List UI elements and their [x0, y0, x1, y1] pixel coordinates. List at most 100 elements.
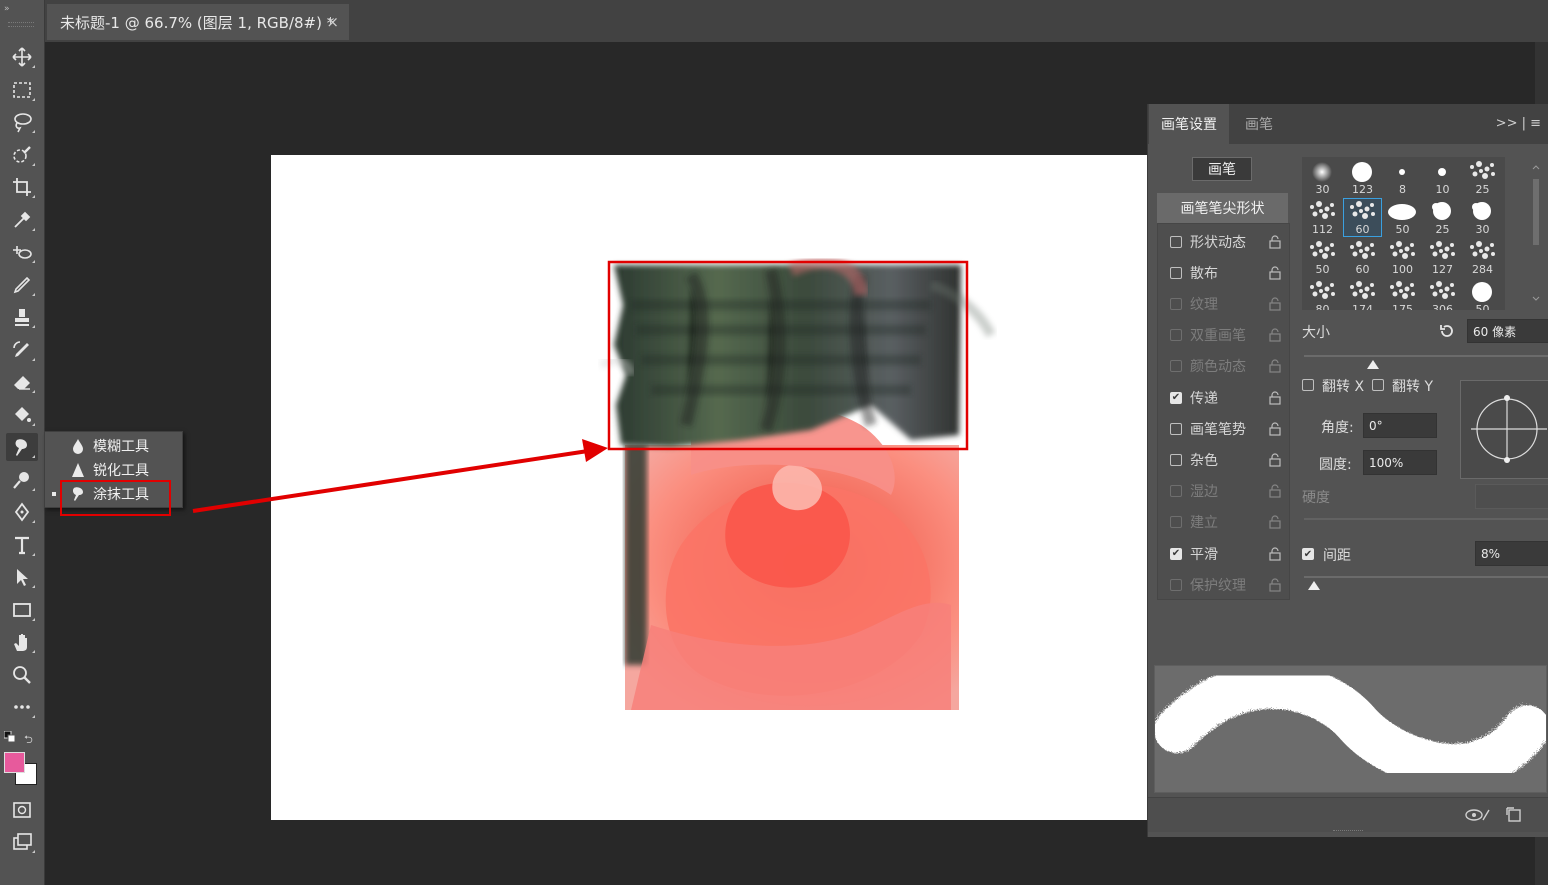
brush-tip-shape-item[interactable]: 画笔笔尖形状: [1157, 193, 1288, 223]
brush-option-checkbox[interactable]: [1170, 235, 1182, 248]
eyedropper-tool[interactable]: [6, 206, 38, 234]
lock-icon[interactable]: [1269, 546, 1281, 561]
brush-preset[interactable]: 284: [1463, 238, 1502, 277]
brush-option-row[interactable]: 形状动态: [1158, 226, 1289, 257]
path-select-tool[interactable]: [6, 563, 38, 591]
lock-icon[interactable]: [1269, 266, 1281, 280]
size-slider[interactable]: [1304, 355, 1548, 357]
foreground-color-swatch[interactable]: [4, 752, 25, 773]
roundness-input[interactable]: 100%: [1363, 450, 1437, 475]
flip-x-checkbox[interactable]: [1302, 379, 1314, 391]
brush-preset[interactable]: 123: [1343, 158, 1382, 197]
panel-resize-grip[interactable]: [1333, 830, 1363, 834]
smudge-tool[interactable]: [6, 433, 38, 461]
document-canvas[interactable]: [271, 155, 1151, 820]
history-brush-tool[interactable]: [6, 336, 38, 364]
brush-preset[interactable]: 174: [1343, 278, 1382, 310]
document-tab[interactable]: 未标题-1 @ 66.7% (图层 1, RGB/8#) * ×: [47, 4, 349, 40]
lock-icon[interactable]: [1269, 453, 1281, 467]
lock-icon[interactable]: [1269, 390, 1281, 405]
brush-preset[interactable]: 50: [1463, 278, 1502, 310]
size-slider-knob[interactable]: [1366, 360, 1379, 369]
brushes-button[interactable]: 画笔: [1192, 157, 1252, 181]
brush-option-row[interactable]: 保护纹理: [1158, 569, 1289, 600]
brush-preset[interactable]: 10: [1423, 158, 1462, 197]
dodge-tool[interactable]: [6, 466, 38, 494]
brush-tool[interactable]: [6, 271, 38, 299]
clone-stamp-tool[interactable]: [6, 303, 38, 331]
rectangle-tool[interactable]: [6, 596, 38, 624]
brush-option-row[interactable]: 湿边: [1158, 476, 1289, 507]
brush-option-checkbox[interactable]: [1170, 578, 1182, 591]
flip-y-checkbox[interactable]: [1372, 379, 1384, 391]
lock-icon[interactable]: [1269, 328, 1281, 342]
lasso-tool[interactable]: [6, 108, 38, 136]
preset-grid-scrollbar[interactable]: [1529, 157, 1543, 310]
screen-mode-button[interactable]: [6, 828, 38, 856]
brush-option-checkbox[interactable]: ✔: [1170, 547, 1182, 560]
toolbar-grip[interactable]: [8, 22, 34, 27]
crop-tool[interactable]: [6, 173, 38, 201]
brush-option-row[interactable]: 散布: [1158, 257, 1289, 288]
eraser-tool[interactable]: [6, 368, 38, 396]
spacing-slider[interactable]: [1304, 576, 1548, 578]
brush-preset[interactable]: 8: [1383, 158, 1422, 197]
hand-tool[interactable]: [6, 628, 38, 656]
quick-select-tool[interactable]: [6, 141, 38, 169]
paint-bucket-tool[interactable]: [6, 401, 38, 429]
default-colors-icon[interactable]: [4, 731, 16, 743]
brush-option-row[interactable]: 建立: [1158, 507, 1289, 538]
brush-option-checkbox[interactable]: [1170, 422, 1182, 435]
brush-preset[interactable]: 50: [1383, 198, 1422, 237]
brush-option-row[interactable]: 颜色动态: [1158, 351, 1289, 382]
spacing-input[interactable]: 8%: [1475, 541, 1548, 566]
brush-option-checkbox[interactable]: [1170, 360, 1182, 373]
brush-preset[interactable]: 112: [1303, 198, 1342, 237]
brush-option-row[interactable]: 杂色: [1158, 444, 1289, 475]
brush-option-checkbox[interactable]: ✔: [1170, 391, 1182, 404]
brush-visibility-icon[interactable]: [1465, 808, 1491, 822]
brush-option-row[interactable]: ✔ 传递: [1158, 382, 1289, 413]
reset-size-icon[interactable]: [1439, 323, 1455, 339]
healing-brush-tool[interactable]: [6, 238, 38, 266]
zoom-tool[interactable]: [6, 661, 38, 689]
brush-option-row[interactable]: 画笔笔势: [1158, 413, 1289, 444]
lock-icon[interactable]: [1269, 515, 1281, 529]
brush-option-checkbox[interactable]: [1170, 329, 1182, 342]
brush-preset[interactable]: 60: [1343, 198, 1382, 237]
brush-preset[interactable]: 25: [1423, 198, 1462, 237]
pen-tool[interactable]: [6, 498, 38, 526]
brush-preset[interactable]: 25: [1463, 158, 1502, 197]
panel-menu-icon[interactable]: >> | ≡: [1496, 116, 1541, 131]
swap-colors-icon[interactable]: ⮌: [24, 731, 33, 750]
tab-brushes[interactable]: 画笔: [1233, 104, 1285, 144]
brush-option-checkbox[interactable]: [1170, 516, 1182, 529]
spacing-checkbox[interactable]: ✔: [1302, 548, 1314, 560]
new-brush-icon[interactable]: [1506, 807, 1522, 823]
collapse-toolbar-icon[interactable]: »: [4, 4, 9, 14]
type-tool[interactable]: [6, 531, 38, 559]
tab-brush-settings[interactable]: 画笔设置: [1149, 104, 1229, 144]
brush-option-checkbox[interactable]: [1170, 485, 1182, 498]
brush-option-checkbox[interactable]: [1170, 297, 1182, 310]
brush-option-checkbox[interactable]: [1170, 266, 1182, 279]
flyout-item-blur[interactable]: 模糊工具: [45, 434, 182, 458]
lock-icon[interactable]: [1269, 484, 1281, 498]
brush-preset[interactable]: 306: [1423, 278, 1462, 310]
brush-preset[interactable]: 30: [1303, 158, 1342, 197]
marquee-tool[interactable]: [6, 76, 38, 104]
brush-preset[interactable]: 50: [1303, 238, 1342, 277]
brush-option-row[interactable]: 双重画笔: [1158, 320, 1289, 351]
brush-option-row[interactable]: 纹理: [1158, 288, 1289, 319]
flyout-item-sharpen[interactable]: 锐化工具: [45, 458, 182, 482]
lock-icon[interactable]: [1269, 234, 1281, 249]
angle-roundness-widget[interactable]: [1460, 380, 1548, 479]
lock-icon[interactable]: [1269, 359, 1281, 373]
brush-preset[interactable]: 60: [1343, 238, 1382, 277]
brush-option-row[interactable]: ✔ 平滑: [1158, 538, 1289, 569]
spacing-slider-knob[interactable]: [1307, 581, 1320, 590]
lock-icon[interactable]: [1269, 297, 1281, 311]
quick-mask-button[interactable]: [6, 796, 38, 824]
brush-preset[interactable]: 127: [1423, 238, 1462, 277]
lock-icon[interactable]: [1269, 422, 1281, 436]
